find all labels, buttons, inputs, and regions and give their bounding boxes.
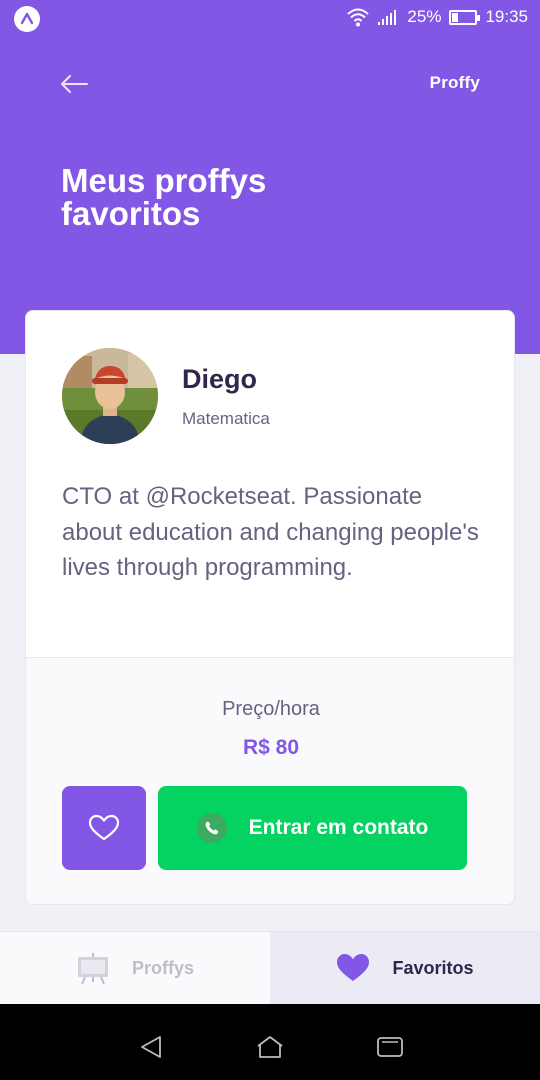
arrow-left-icon [61, 75, 88, 93]
signal-icon [378, 10, 397, 25]
tab-favoritos-label: Favoritos [392, 957, 474, 978]
brand-logo: Proffy [429, 73, 480, 92]
battery-percent: 25% [407, 7, 442, 26]
wifi-icon [347, 8, 370, 27]
price-label: Preço/hora [222, 698, 320, 720]
home-icon[interactable] [255, 1034, 285, 1060]
whatsapp-icon [196, 813, 227, 843]
clock: 19:35 [485, 7, 528, 26]
contact-button-label: Entrar em contato [248, 816, 429, 839]
teacher-subject: Matematica [182, 409, 270, 428]
battery-icon [449, 9, 481, 25]
system-nav-bar [0, 1004, 540, 1080]
heart-icon [337, 954, 370, 981]
recent-apps-icon[interactable] [376, 1034, 404, 1060]
back-triangle-icon[interactable] [138, 1034, 164, 1060]
tab-favoritos[interactable]: Favoritos [270, 931, 540, 1004]
page-title: Meus proffys favoritos [61, 162, 267, 232]
tab-proffys-label: Proffys [131, 957, 194, 978]
teacher-bio: CTO at @Rocketseat. Passionate about edu… [62, 483, 479, 581]
teacher-avatar [62, 348, 158, 444]
page-header: Proffy Meus proffys favoritos [0, 36, 540, 354]
heart-outline-icon [88, 814, 120, 841]
teacher-card: Diego Matematica CTO at @Rocketseat. Pas… [25, 310, 515, 905]
status-indicators: 25% 19:35 [347, 7, 528, 27]
card-footer: Preço/hora R$ 80 Entrar em contato [26, 657, 514, 904]
price-value: R$ 80 [242, 736, 300, 759]
bottom-tab-bar: Proffys Favoritos [0, 931, 540, 1004]
tab-proffys[interactable]: Proffys [0, 931, 270, 1004]
back-button[interactable] [56, 66, 92, 102]
teacher-name: Diego [182, 364, 258, 394]
expo-logo-icon [14, 6, 40, 32]
status-bar: 25% 19:35 [0, 0, 540, 36]
easel-icon [77, 953, 108, 985]
unfavorite-button[interactable] [62, 786, 146, 870]
contact-button[interactable]: Entrar em contato [158, 786, 467, 870]
